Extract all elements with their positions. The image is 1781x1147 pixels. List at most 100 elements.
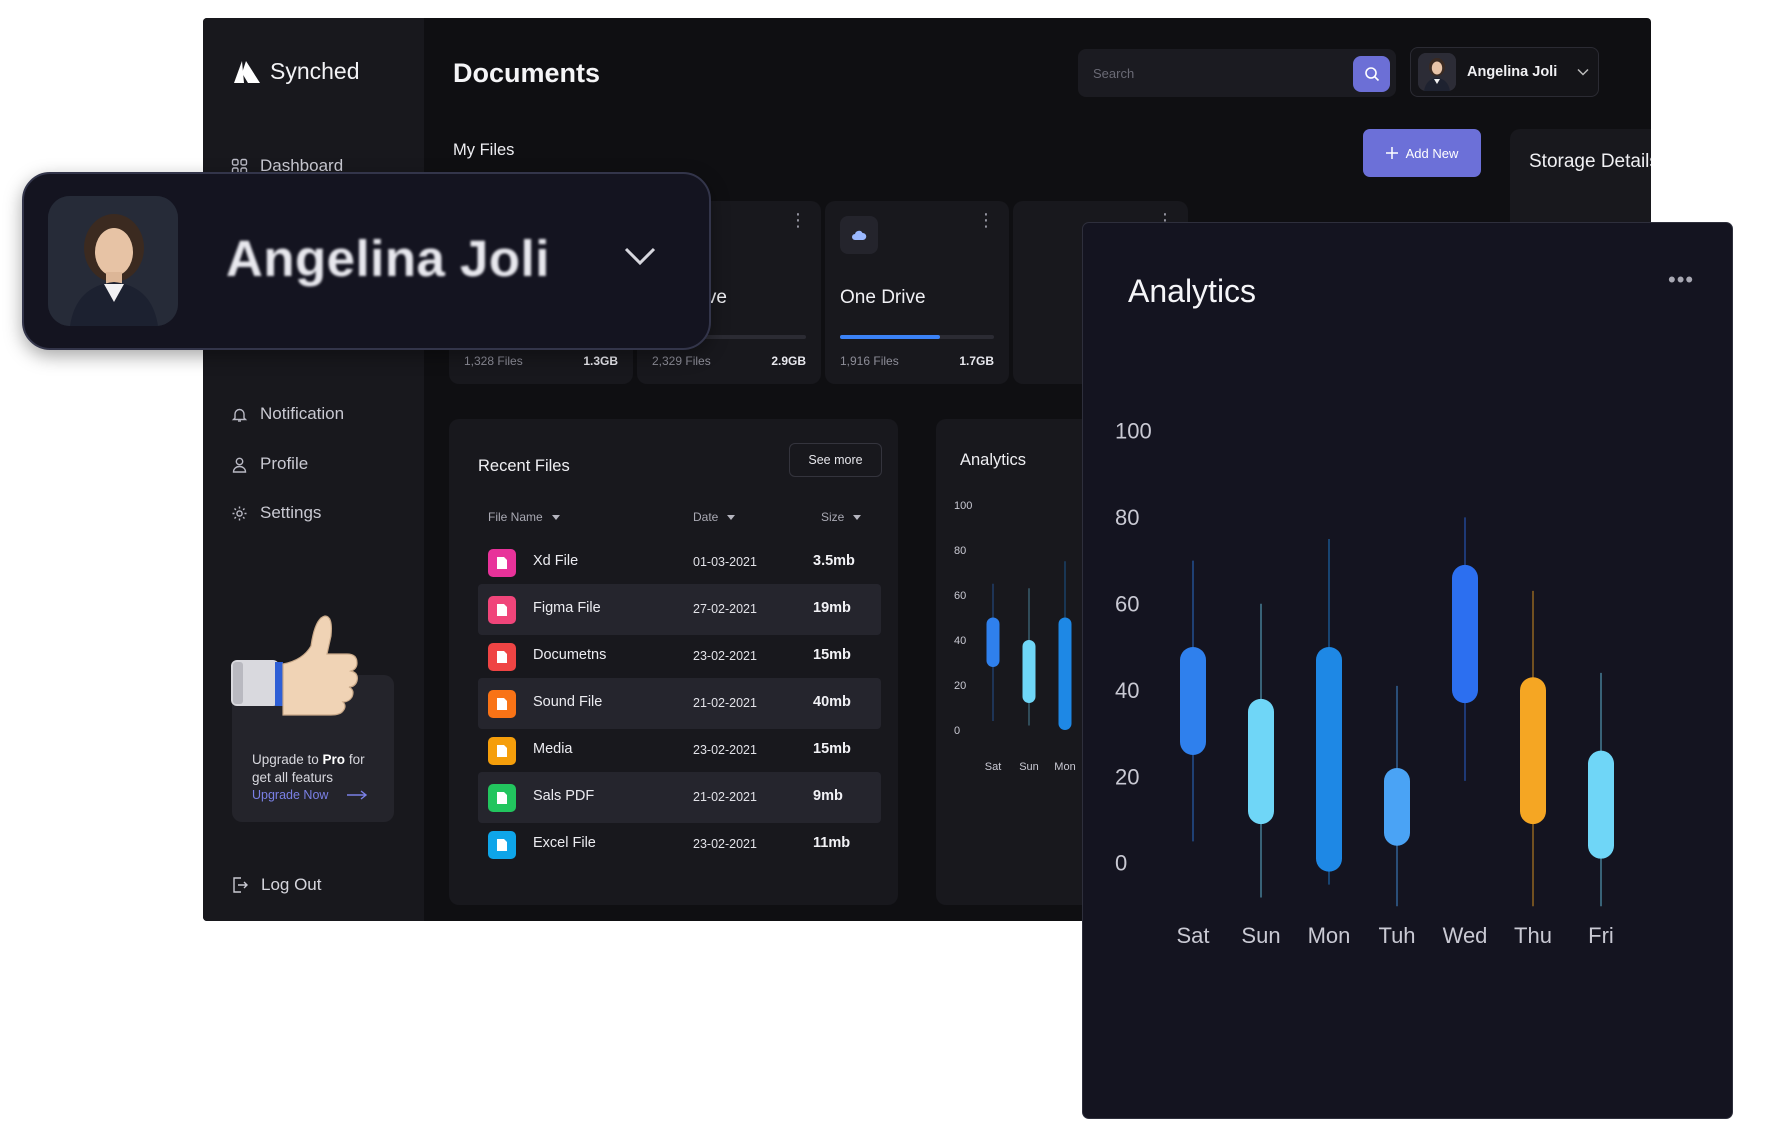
- file-count: 1,916 Files: [840, 354, 899, 368]
- table-row[interactable]: Figma File 27-02-2021 19mb: [478, 584, 881, 635]
- file-date: 23-02-2021: [693, 649, 757, 663]
- column-label: File Name: [488, 510, 543, 524]
- column-header-date[interactable]: Date: [693, 510, 736, 524]
- search-input[interactable]: [1093, 61, 1333, 85]
- x-tick-label: Thu: [1514, 923, 1552, 948]
- sidebar: Synched Dashboard Notification Profile S…: [203, 18, 424, 921]
- my-files-label: My Files: [453, 141, 515, 159]
- analytics-card-zoom: Analytics ••• 0 20 40 60 80 100 Sat Sun Mon Tuh We…: [1082, 222, 1733, 1119]
- file-count: 2,329 Files: [652, 354, 711, 368]
- more-options-icon[interactable]: ⋮: [977, 211, 995, 229]
- thumbs-up-illustration: [231, 615, 358, 716]
- sidebar-item-label: Settings: [260, 503, 322, 522]
- chevron-down-icon: [624, 247, 656, 266]
- see-more-button[interactable]: See more: [789, 443, 882, 477]
- y-tick-label: 20: [954, 680, 966, 692]
- search-icon: [1364, 67, 1379, 82]
- file-size: 40mb: [813, 694, 851, 710]
- column-label: Date: [693, 510, 719, 524]
- file-size: 3.5mb: [813, 553, 855, 569]
- y-tick-label: 60: [954, 590, 966, 602]
- user-menu[interactable]: Angelina Joli: [1410, 47, 1599, 97]
- more-options-icon[interactable]: •••: [1668, 267, 1694, 293]
- plus-icon: [1385, 147, 1398, 159]
- upgrade-now-link[interactable]: Upgrade Now: [252, 788, 368, 802]
- app-logo[interactable]: Synched: [232, 58, 360, 85]
- y-tick-label: 40: [1115, 678, 1139, 703]
- table-row[interactable]: Excel File 23-02-2021 11mb: [478, 819, 881, 870]
- candle-body: [1588, 750, 1614, 859]
- y-tick-label: 0: [1115, 851, 1127, 876]
- sidebar-item-notification[interactable]: Notification: [231, 404, 344, 424]
- candle-body: [1180, 647, 1206, 755]
- xd-file-icon: [488, 549, 516, 577]
- file-date: 21-02-2021: [693, 696, 757, 710]
- profile-name: Angelina Joli: [226, 230, 550, 287]
- logout-icon: [233, 877, 248, 893]
- gear-icon: [232, 506, 247, 520]
- column-header-size[interactable]: Size: [821, 510, 862, 524]
- figma-file-icon: [488, 596, 516, 624]
- column-header-file-name[interactable]: File Name: [488, 510, 560, 524]
- pdf-file-icon: [488, 784, 516, 812]
- file-card-one-drive[interactable]: ⋮ One Drive 1,916 Files 1.7GB: [825, 201, 1009, 384]
- file-size: 19mb: [813, 600, 851, 616]
- excel-file-icon: [488, 831, 516, 859]
- synched-logo-icon: [234, 60, 260, 83]
- caret-down-icon: [551, 514, 560, 520]
- file-name: Figma File: [533, 600, 601, 616]
- table-row[interactable]: Media 23-02-2021 15mb: [478, 725, 881, 776]
- table-row[interactable]: Documetns 23-02-2021 15mb: [478, 631, 881, 682]
- candle-body: [1248, 698, 1274, 825]
- sidebar-item-profile[interactable]: Profile: [231, 454, 308, 474]
- storage-size: 2.9GB: [771, 354, 806, 368]
- candle-body: [986, 617, 1000, 667]
- file-size: 15mb: [813, 647, 851, 663]
- progress-fill: [840, 335, 941, 339]
- user-name: Angelina Joli: [1467, 64, 1558, 80]
- candle-body: [1022, 640, 1036, 703]
- profile-dropdown-zoom[interactable]: Angelina Joli: [22, 172, 711, 350]
- avatar: [48, 196, 178, 326]
- file-name: Excel File: [533, 835, 596, 851]
- more-options-icon[interactable]: ⋮: [789, 211, 807, 229]
- app-name: Synched: [270, 58, 360, 84]
- caret-down-icon: [853, 514, 862, 520]
- table-row[interactable]: Sound File 21-02-2021 40mb: [478, 678, 881, 729]
- file-name: Sound File: [533, 694, 603, 710]
- candle-body: [1452, 564, 1478, 704]
- sidebar-item-settings[interactable]: Settings: [231, 503, 321, 523]
- y-tick-label: 100: [1115, 419, 1152, 444]
- card-name: One Drive: [840, 287, 926, 308]
- analytics-title: Analytics: [1128, 273, 1257, 309]
- sound-file-icon: [488, 690, 516, 718]
- x-tick-label: Tuh: [1378, 923, 1415, 948]
- file-name: Documetns: [533, 647, 607, 663]
- add-new-label: Add New: [1405, 145, 1459, 161]
- file-date: 23-02-2021: [693, 743, 757, 757]
- y-tick-label: 20: [1115, 764, 1139, 789]
- page-title: Documents: [453, 58, 601, 88]
- document-file-icon: [488, 643, 516, 671]
- y-tick-label: 100: [954, 500, 972, 512]
- x-tick-label: Mon: [1054, 761, 1075, 773]
- x-tick-label: Sun: [1019, 761, 1039, 773]
- x-tick-label: Mon: [1308, 923, 1351, 948]
- logout-button[interactable]: Log Out: [231, 875, 322, 895]
- table-row[interactable]: Xd File 01-03-2021 3.5mb: [478, 537, 881, 588]
- add-new-button[interactable]: Add New: [1363, 129, 1481, 177]
- storage-size: 1.3GB: [583, 354, 618, 368]
- analytics-title: Analytics: [960, 451, 1027, 469]
- file-name: Xd File: [533, 553, 579, 569]
- x-tick-label: Wed: [1443, 923, 1488, 948]
- analytics-chart: 0 20 40 60 80 100 Sat Sun Mon Tuh Wed Thu Fri: [1115, 419, 1614, 948]
- file-count: 1,328 Files: [464, 354, 523, 368]
- x-tick-label: Fri: [1588, 923, 1614, 948]
- file-size: 15mb: [813, 741, 851, 757]
- sidebar-item-label: Profile: [260, 454, 309, 473]
- caret-down-icon: [727, 514, 736, 520]
- y-tick-label: 0: [954, 725, 960, 737]
- y-tick-label: 80: [1115, 505, 1139, 530]
- table-row[interactable]: Sals PDF 21-02-2021 9mb: [478, 772, 881, 823]
- search-button[interactable]: [1353, 56, 1390, 92]
